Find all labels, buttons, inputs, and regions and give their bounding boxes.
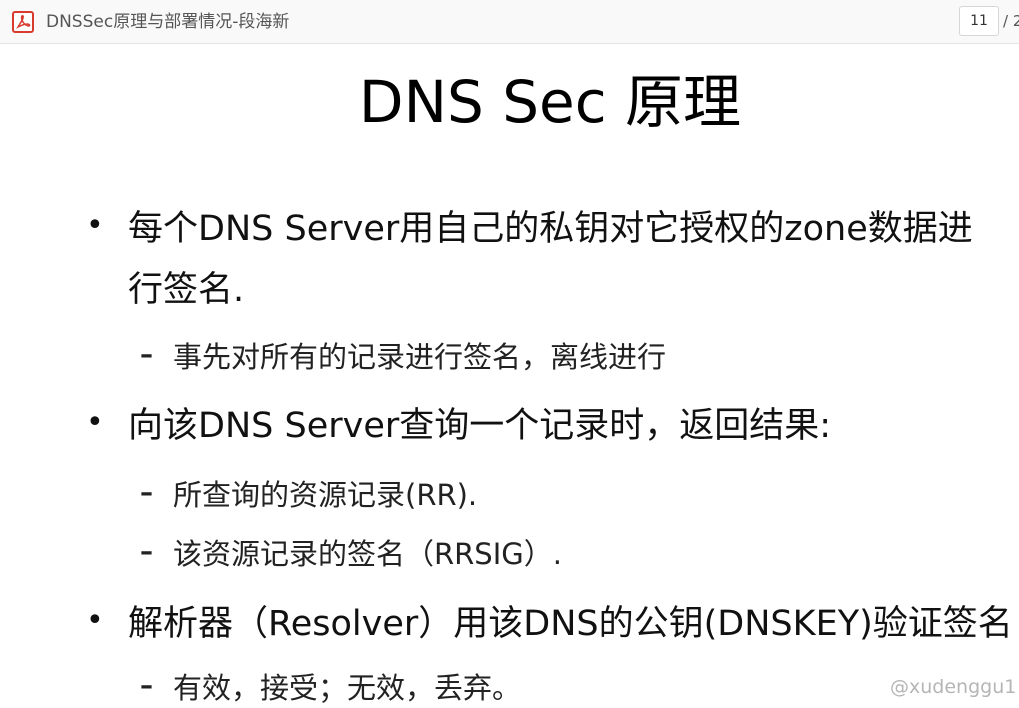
bullet-3-sub-1: 有效，接受；无效，丢弃。 [173,671,522,705]
bullet-3-line-1: 解析器（Resolver）用该DNS的公钥(DNSKEY)验证签名 [128,604,1013,644]
page-number-input[interactable]: 11 [959,6,999,36]
bullet-2-sub-1: 所查询的资源记录(RR). [173,478,478,512]
pdf-file-icon [12,11,34,33]
bullet-marker: • [86,603,104,638]
sub-bullet-marker: – [140,478,153,508]
sub-bullet-marker: – [140,340,153,370]
watermark-text: @xudenggu1 [890,676,1017,698]
viewer-toolbar: DNSSec原理与部署情况-段海新 11 / 2 [0,0,1019,44]
bullet-2-sub-2: 该资源记录的签名（RRSIG）. [173,537,562,571]
sub-bullet-marker: – [140,671,153,701]
bullet-1-line-1: 每个DNS Server用自己的私钥对它授权的zone数据进 [128,209,973,249]
slide-page: DNS Sec 原理 • 每个DNS Server用自己的私钥对它授权的zone… [0,45,1019,708]
bullet-1-line-2: 行签名. [128,270,245,310]
document-title: DNSSec原理与部署情况-段海新 [46,12,290,32]
bullet-2-line-1: 向该DNS Server查询一个记录时，返回结果: [128,406,832,446]
slide-title: DNS Sec 原理 [358,68,742,136]
page-total-label: / 2 [1003,12,1019,30]
bullet-1-sub-1: 事先对所有的记录进行签名，离线进行 [173,340,667,374]
bullet-marker: • [86,405,104,440]
bullet-marker: • [86,208,104,243]
sub-bullet-marker: – [140,537,153,567]
